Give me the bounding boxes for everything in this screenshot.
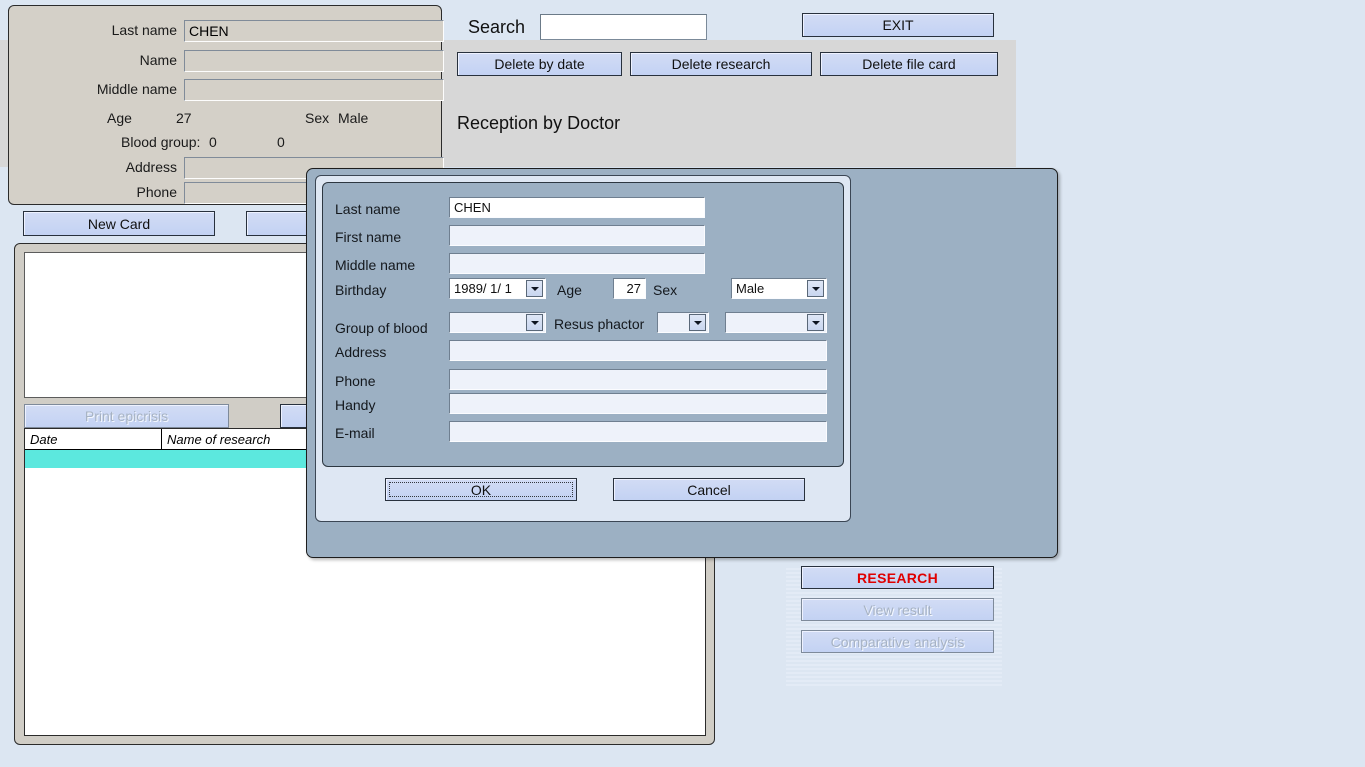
- exit-button[interactable]: EXIT: [802, 13, 994, 37]
- dialog-fields-group: Last name CHEN First name Middle name Bi…: [322, 182, 844, 467]
- dialog-birthday-value: 1989/ 1/ 1: [450, 281, 526, 296]
- dialog-handy-label: Handy: [335, 397, 375, 413]
- dialog-group-of-blood-label: Group of blood: [335, 320, 428, 336]
- delete-file-card-button[interactable]: Delete file card: [820, 52, 998, 76]
- table-cell-date: [25, 450, 162, 468]
- table-column-date: Date: [25, 429, 162, 449]
- dialog-age-input[interactable]: 27: [613, 278, 646, 299]
- card-middle-name-label: Middle name: [19, 81, 177, 97]
- card-sex-value: Male: [338, 110, 368, 126]
- card-blood-group-value: 0: [209, 134, 217, 150]
- card-address-label: Address: [19, 159, 177, 175]
- search-label: Search: [468, 17, 525, 38]
- research-button[interactable]: RESEARCH: [801, 566, 994, 589]
- card-sex-label: Sex: [305, 110, 329, 126]
- ok-button-label: OK: [471, 482, 491, 498]
- card-phone-label: Phone: [19, 184, 177, 200]
- card-last-name-value: CHEN: [185, 21, 443, 41]
- dialog-first-name-label: First name: [335, 229, 401, 245]
- dialog-middle-name-input[interactable]: [449, 253, 705, 274]
- dialog-sex-label: Sex: [653, 282, 677, 298]
- dialog-last-name-input[interactable]: CHEN: [449, 197, 705, 218]
- dialog-resus-phactor-combo[interactable]: [657, 312, 709, 333]
- table-cell-date: [25, 468, 162, 486]
- dialog-resus-phactor-label: Resus phactor: [554, 316, 644, 332]
- card-rhesus-value: 0: [277, 134, 285, 150]
- dialog-address-input[interactable]: [449, 340, 827, 361]
- dialog-middle-name-label: Middle name: [335, 257, 415, 273]
- print-epicrisis-button[interactable]: Print epicrisis: [24, 404, 229, 428]
- dialog-age-value: 27: [627, 281, 641, 296]
- dialog-age-label: Age: [557, 282, 582, 298]
- dialog-phone-label: Phone: [335, 373, 375, 389]
- card-name-label: Name: [19, 52, 177, 68]
- ok-button[interactable]: OK: [385, 478, 577, 501]
- card-last-name-input[interactable]: CHEN: [184, 20, 444, 42]
- dialog-sex-combo[interactable]: Male: [731, 278, 827, 299]
- card-age-label: Age: [107, 110, 132, 126]
- research-actions: RESEARCH View result Comparative analysi…: [801, 566, 994, 653]
- card-last-name-label: Last name: [19, 22, 177, 38]
- card-middle-name-input[interactable]: [184, 79, 444, 101]
- delete-research-button[interactable]: Delete research: [630, 52, 812, 76]
- dialog-address-label: Address: [335, 344, 386, 360]
- chevron-down-icon[interactable]: [526, 314, 543, 331]
- dialog-last-name-label: Last name: [335, 201, 400, 217]
- chevron-down-icon[interactable]: [807, 280, 824, 297]
- dialog-email-label: E-mail: [335, 425, 375, 441]
- card-age-value: 27: [176, 110, 192, 126]
- patient-edit-dialog: Last name CHEN First name Middle name Bi…: [306, 168, 1058, 558]
- dialog-group-of-blood-combo[interactable]: [449, 312, 546, 333]
- reception-by-doctor-title: Reception by Doctor: [457, 113, 620, 134]
- chevron-down-icon[interactable]: [807, 314, 824, 331]
- dialog-first-name-input[interactable]: [449, 225, 705, 246]
- delete-by-date-button[interactable]: Delete by date: [457, 52, 622, 76]
- dialog-handy-input[interactable]: [449, 393, 827, 414]
- comparative-analysis-button[interactable]: Comparative analysis: [801, 630, 994, 653]
- chevron-down-icon[interactable]: [689, 314, 706, 331]
- dialog-phone-input[interactable]: [449, 369, 827, 390]
- dialog-email-input[interactable]: [449, 421, 827, 442]
- cancel-button[interactable]: Cancel: [613, 478, 805, 501]
- card-name-input[interactable]: [184, 50, 444, 72]
- dialog-body: Last name CHEN First name Middle name Bi…: [315, 175, 851, 522]
- dialog-birthday-label: Birthday: [335, 282, 386, 298]
- card-blood-group-label: Blood group:: [121, 134, 200, 150]
- dialog-sex-value: Male: [732, 281, 807, 296]
- view-result-button[interactable]: View result: [801, 598, 994, 621]
- dialog-birthday-combo[interactable]: 1989/ 1/ 1: [449, 278, 546, 299]
- dialog-last-name-value: CHEN: [454, 200, 491, 215]
- new-card-button[interactable]: New Card: [23, 211, 215, 236]
- chevron-down-icon[interactable]: [526, 280, 543, 297]
- search-input[interactable]: [540, 14, 707, 40]
- dialog-resus-extra-combo[interactable]: [725, 312, 827, 333]
